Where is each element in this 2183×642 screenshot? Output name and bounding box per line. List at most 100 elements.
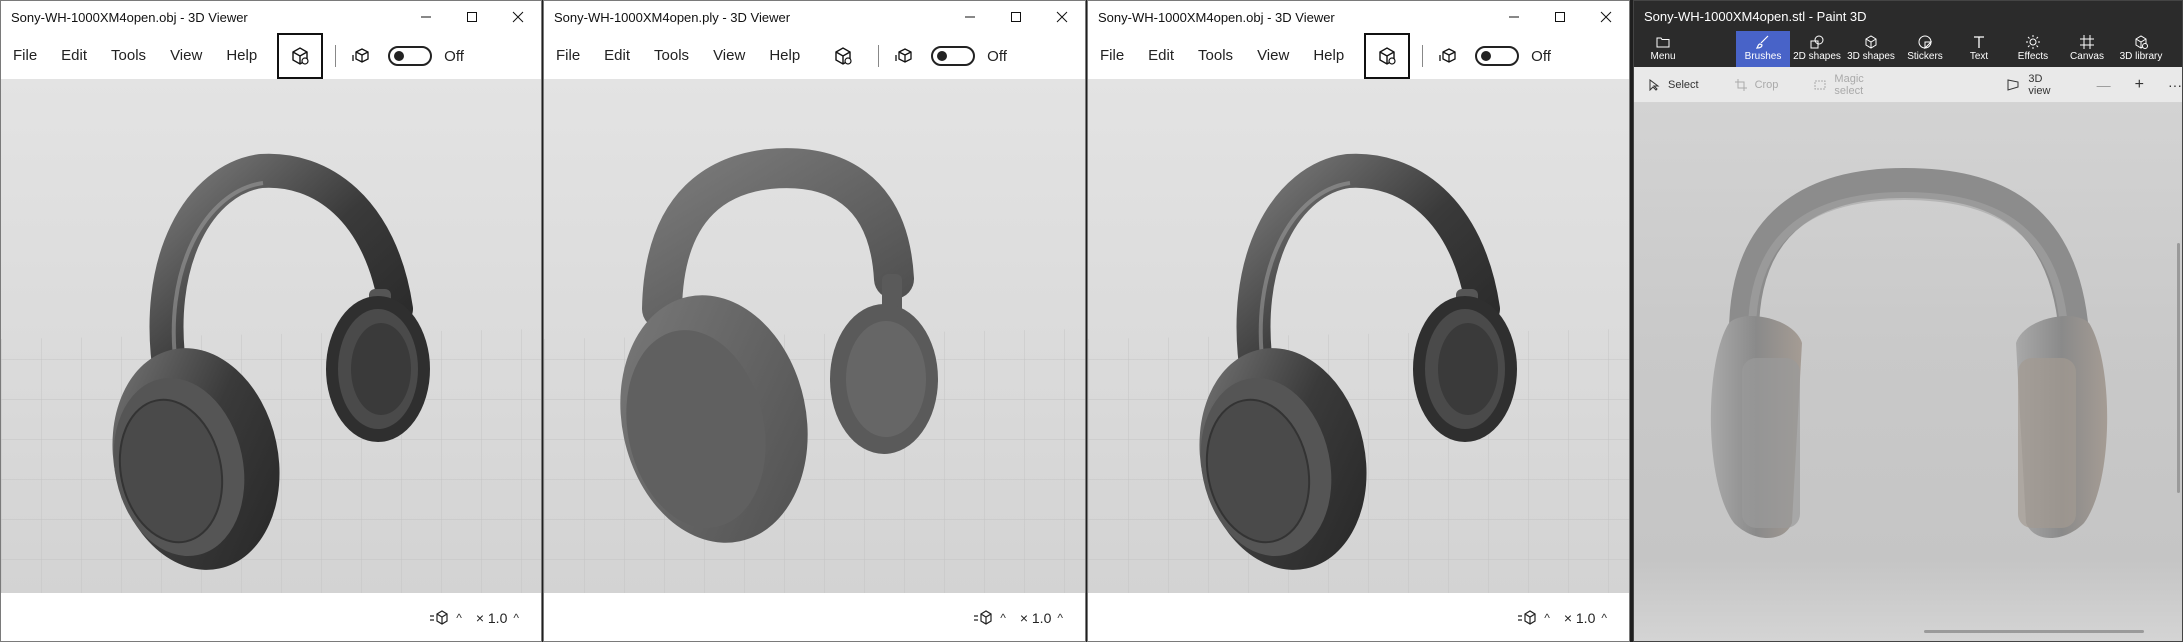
cube-view-icon [1518, 610, 1536, 625]
magic-select-icon [1814, 79, 1826, 91]
3d-viewport[interactable] [544, 79, 1085, 593]
crop-tool[interactable]: Crop [1734, 78, 1779, 91]
grid-toggle[interactable] [931, 46, 976, 66]
lighting-button[interactable] [820, 33, 866, 79]
title-bar[interactable]: Sony-WH-1000XM4open.stl - Paint 3D [1634, 1, 2182, 31]
headphone-model-ply [544, 148, 1085, 593]
zoom-control[interactable]: × 1.0 [1020, 610, 1052, 626]
ribbon-2d-shapes[interactable]: 2D shapes [1790, 31, 1844, 67]
menu-file[interactable]: File [544, 33, 592, 79]
cube-lighting-icon [1379, 47, 1396, 65]
menu-view[interactable]: View [1245, 33, 1301, 79]
zoom-chevron-icon[interactable]: ^ [1057, 611, 1063, 625]
animation-button[interactable] [887, 33, 921, 79]
window-title: Sony-WH-1000XM4open.ply - 3D Viewer [554, 9, 791, 25]
menu-help[interactable]: Help [214, 33, 269, 79]
view-mode-chevron-icon[interactable]: ^ [1544, 611, 1550, 625]
ribbon-label: Stickers [1907, 51, 1943, 62]
menu-bar: File Edit Tools View Help Off [1088, 33, 1629, 79]
title-bar[interactable]: Sony-WH-1000XM4open.obj - 3D Viewer [1088, 1, 1629, 33]
grid-toggle[interactable] [1475, 46, 1520, 66]
menu-file[interactable]: File [1088, 33, 1136, 79]
menu-help[interactable]: Help [1301, 33, 1356, 79]
more-options-button[interactable]: ··· [2168, 77, 2182, 93]
menu-tools[interactable]: Tools [1186, 33, 1245, 79]
ribbon-brushes[interactable]: Brushes [1736, 31, 1790, 67]
menu-help[interactable]: Help [757, 33, 812, 79]
magic-select-tool[interactable]: Magic select [1814, 73, 1886, 97]
minus-icon: — [2096, 76, 2111, 93]
zoom-control[interactable]: × 1.0 [476, 610, 508, 626]
3d-view-icon [2006, 78, 2020, 91]
zoom-in-button[interactable]: + [2135, 76, 2144, 94]
menu-file[interactable]: File [1, 33, 49, 79]
ribbon-canvas[interactable]: Canvas [2060, 31, 2114, 67]
menu-edit[interactable]: Edit [1136, 33, 1186, 79]
lighting-button[interactable] [277, 33, 324, 79]
ribbon-effects[interactable]: Effects [2006, 31, 2060, 67]
menu-edit[interactable]: Edit [592, 33, 642, 79]
animation-button[interactable] [1431, 33, 1465, 79]
zoom-chevron-icon[interactable]: ^ [513, 611, 519, 625]
minimize-button[interactable] [947, 1, 993, 33]
menu-view[interactable]: View [701, 33, 757, 79]
close-button[interactable] [1583, 1, 1629, 33]
grid-toggle[interactable] [388, 46, 433, 66]
zoom-chevron-icon[interactable]: ^ [1601, 611, 1607, 625]
menu-tools[interactable]: Tools [642, 33, 701, 79]
close-button[interactable] [495, 1, 541, 33]
title-bar[interactable]: Sony-WH-1000XM4open.obj - 3D Viewer [1, 1, 541, 33]
menu-tools[interactable]: Tools [99, 33, 158, 79]
toolbar-divider [335, 45, 337, 67]
view-mode-button[interactable] [428, 607, 450, 629]
ribbon-spacer [1690, 31, 1736, 67]
view-mode-button[interactable] [1516, 607, 1538, 629]
ribbon-menu[interactable]: Menu [1636, 31, 1690, 67]
close-button[interactable] [1039, 1, 1085, 33]
ribbon-text[interactable]: Text [1952, 31, 2006, 67]
magic-select-label: Magic select [1834, 72, 1864, 97]
view-mode-chevron-icon[interactable]: ^ [1000, 611, 1006, 625]
ribbon-3d-shapes[interactable]: 3D shapes [1844, 31, 1898, 67]
select-label: Select [1668, 78, 1699, 91]
crop-label: Crop [1754, 78, 1779, 91]
maximize-button[interactable] [993, 1, 1039, 33]
ribbon-label: 3D library [2119, 51, 2163, 62]
maximize-button[interactable] [1537, 1, 1583, 33]
headphone-model-obj [1, 153, 541, 593]
menu-view[interactable]: View [158, 33, 214, 79]
zoom-control[interactable]: × 1.0 [1564, 610, 1596, 626]
animation-button[interactable] [344, 33, 378, 79]
viewer-window-2: Sony-WH-1000XM4open.ply - 3D Viewer File… [543, 0, 1086, 642]
minimize-button[interactable] [1491, 1, 1537, 33]
status-bar: ^ × 1.0 ^ [544, 593, 1085, 641]
ribbon: Menu Brushes 2D shapes 3D shapes Sticker… [1634, 31, 2182, 67]
cube-animation-icon [895, 48, 912, 63]
cube-view-icon [974, 610, 992, 625]
ribbon-stickers[interactable]: Stickers [1898, 31, 1952, 67]
select-tool[interactable]: Select [1648, 78, 1699, 91]
tool-bar: Select Crop Magic select 3D view — + ··· [1634, 67, 2182, 103]
window-title: Sony-WH-1000XM4open.obj - 3D Viewer [1098, 9, 1335, 25]
lighting-button[interactable] [1364, 33, 1411, 79]
brush-icon [1756, 33, 1770, 51]
text-icon [1972, 33, 1986, 51]
horizontal-scrollbar[interactable] [1924, 630, 2144, 633]
vertical-scrollbar[interactable] [2177, 243, 2180, 493]
3d-view-toggle[interactable]: 3D view [2006, 73, 2060, 97]
menu-edit[interactable]: Edit [49, 33, 99, 79]
ribbon-3d-library[interactable]: 3D library [2114, 31, 2168, 67]
toggle-state-label: Off [987, 47, 1007, 65]
stickers-icon [1918, 33, 1932, 51]
paint3d-canvas[interactable] [1634, 103, 2182, 641]
minimize-button[interactable] [403, 1, 449, 33]
3d-viewport[interactable] [1088, 79, 1629, 593]
view-mode-chevron-icon[interactable]: ^ [456, 611, 462, 625]
zoom-out-button[interactable]: — [2097, 77, 2111, 93]
maximize-button[interactable] [449, 1, 495, 33]
status-bar: ^ × 1.0 ^ [1, 593, 541, 641]
view-mode-button[interactable] [972, 607, 994, 629]
title-bar[interactable]: Sony-WH-1000XM4open.ply - 3D Viewer [544, 1, 1085, 33]
cube-view-icon [430, 610, 448, 625]
3d-viewport[interactable] [1, 79, 541, 593]
